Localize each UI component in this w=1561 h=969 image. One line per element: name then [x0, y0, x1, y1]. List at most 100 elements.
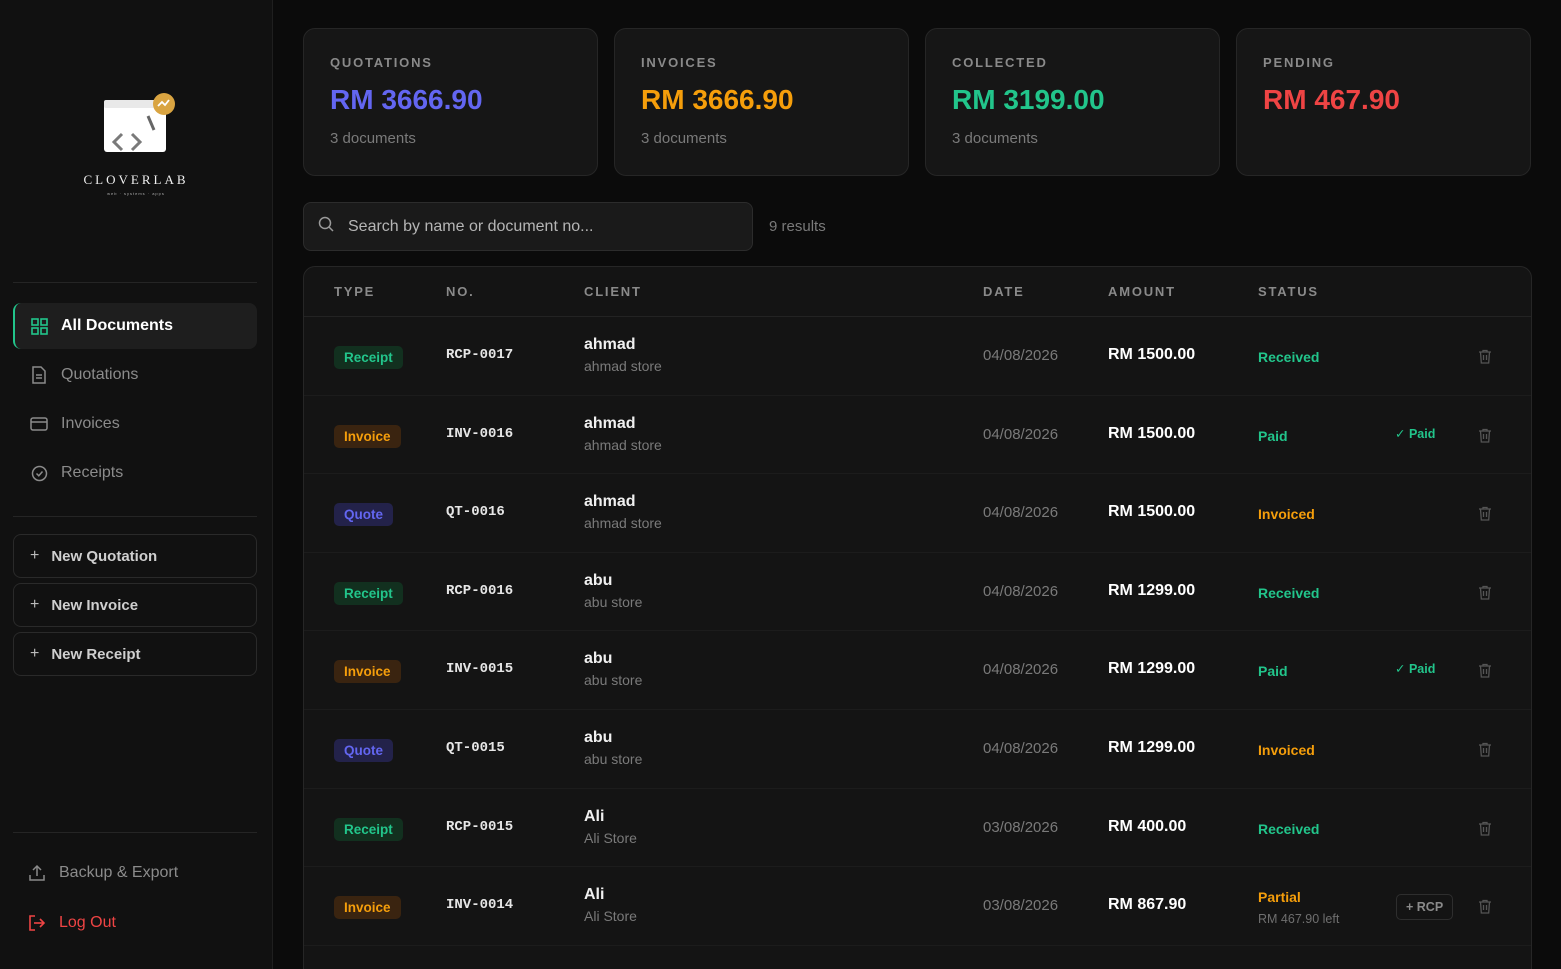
table-row[interactable]: Invoice INV-0016 ahmad ahmad store 04/08/202… [304, 396, 1531, 475]
new-invoice-button[interactable]: + New Invoice [13, 583, 257, 627]
status-badge: Received [1258, 349, 1320, 365]
cloverlab-logo-icon [96, 90, 176, 170]
new-quotation-button[interactable]: + New Quotation [13, 534, 257, 578]
document-number: INV-0014 [446, 897, 514, 914]
plus-icon: + [30, 547, 40, 564]
trash-icon[interactable] [1478, 742, 1492, 762]
table-body: Receipt RCP-0017 ahmad ahmad store 04/08/202… [304, 317, 1531, 946]
status-badge: Partial [1258, 889, 1301, 906]
client-store: ahmad store [584, 358, 662, 374]
client-name: abu [584, 728, 613, 746]
document-amount: RM 1500.00 [1108, 346, 1196, 363]
logout-icon [28, 914, 46, 932]
type-badge: Quote [334, 503, 393, 527]
summary-card-quotations: QUOTATIONS RM 3666.90 3 documents [303, 28, 598, 176]
trash-icon[interactable] [1478, 663, 1492, 683]
status-cell: Invoiced [1258, 506, 1315, 522]
card-value: RM 467.90 [1263, 84, 1400, 115]
search-input[interactable] [348, 217, 728, 236]
new-receipt-button[interactable]: + New Receipt [13, 632, 257, 676]
client-cell: Ali Ali Store [584, 808, 637, 846]
client-name: abu [584, 571, 613, 589]
trash-icon[interactable] [1478, 506, 1492, 526]
sidebar-item-label: Invoices [61, 415, 120, 432]
new-document-buttons: + New Quotation + New Invoice + New Rece… [13, 534, 257, 681]
sidebar-item-label: All Documents [61, 317, 174, 334]
client-name: ahmad [584, 493, 636, 511]
trash-icon[interactable] [1478, 428, 1492, 448]
status-cell: Invoiced [1258, 742, 1315, 758]
client-name: Ali [584, 886, 605, 904]
client-store: Ali Store [584, 829, 637, 846]
column-header-client[interactable]: CLIENT [584, 284, 642, 299]
table-row[interactable]: Receipt RCP-0016 abu abu store 04/08/2026 RM … [304, 553, 1531, 632]
table-row[interactable]: Invoice INV-0015 abu abu store 04/08/2026 RM … [304, 631, 1531, 710]
client-name: abu [584, 650, 613, 668]
status-cell: Received [1258, 585, 1319, 601]
status-badge: Paid [1258, 663, 1288, 680]
document-date: 04/08/2026 [983, 425, 1059, 443]
table-row[interactable]: Quote QT-0016 ahmad ahmad store 04/08/2026 RM… [304, 474, 1531, 553]
document-icon [30, 366, 48, 384]
client-cell: abu abu store [584, 572, 642, 610]
document-date: 04/08/2026 [983, 582, 1059, 600]
document-amount: RM 400.00 [1108, 817, 1187, 835]
sidebar-item-label: Quotations [61, 366, 139, 383]
card-label: INVOICES [641, 55, 718, 70]
backup-export-button[interactable]: Backup & Export [13, 850, 257, 896]
client-store: ahmad store [584, 515, 662, 532]
trash-icon[interactable] [1478, 349, 1492, 369]
search-box [303, 202, 753, 251]
document-amount: RM 1500.00 [1108, 424, 1196, 442]
grid-icon [30, 317, 48, 335]
type-badge: Receipt [334, 346, 403, 369]
sidebar-item-receipts[interactable]: Receipts [13, 450, 257, 496]
client-cell: abu abu store [584, 729, 642, 767]
card-value: RM 3666.90 [330, 84, 483, 115]
sidebar-nav: All Documents Quotations Invoices Receip… [13, 303, 257, 499]
trash-icon[interactable] [1478, 899, 1492, 919]
document-number: RCP-0016 [446, 582, 514, 599]
column-header-no[interactable]: NO. [446, 284, 475, 299]
button-label: Backup & Export [59, 864, 179, 881]
status-cell: Paid [1258, 663, 1288, 679]
sidebar-item-quotations[interactable]: Quotations [13, 352, 257, 398]
client-cell: abu abu store [584, 650, 642, 688]
column-header-date[interactable]: DATE [983, 284, 1025, 299]
table-row[interactable]: Receipt RCP-0015 Ali Ali Store 03/08/2026 RM … [304, 789, 1531, 868]
documents-table: TYPE NO. CLIENT DATE AMOUNT STATUS Recei… [303, 266, 1532, 969]
document-number: INV-0016 [446, 425, 514, 442]
column-header-type[interactable]: TYPE [334, 284, 375, 299]
client-store: abu store [584, 672, 643, 689]
status-cell: Partial RM 467.90 left [1258, 889, 1339, 926]
document-number: QT-0015 [446, 739, 505, 756]
sidebar-item-label: Receipts [61, 464, 124, 481]
brand-tagline: web · systems · apps [107, 191, 165, 196]
status-badge: Received [1258, 584, 1320, 601]
document-date: 03/08/2026 [983, 897, 1059, 915]
paid-indicator: ✓ Paid [1395, 662, 1436, 677]
sidebar-divider [13, 282, 257, 283]
card-sub: 3 documents [952, 130, 1038, 147]
sidebar-item-all-documents[interactable]: All Documents [13, 303, 257, 349]
document-date: 04/08/2026 [983, 661, 1059, 679]
type-badge: Receipt [334, 817, 403, 841]
card-label: COLLECTED [952, 55, 1048, 70]
status-badge: Invoiced [1258, 506, 1315, 523]
logout-button[interactable]: Log Out [13, 900, 257, 946]
card-sub: 3 documents [330, 130, 416, 147]
summary-cards: QUOTATIONS RM 3666.90 3 documents INVOIC… [303, 28, 1531, 176]
client-cell: ahmad ahmad store [584, 415, 662, 453]
table-row[interactable]: Invoice INV-0014 Ali Ali Store 03/08/2026 RM … [304, 867, 1531, 946]
table-row[interactable]: Quote QT-0015 abu abu store 04/08/2026 RM 129… [304, 710, 1531, 789]
button-label: New Receipt [51, 645, 141, 663]
table-row[interactable]: Receipt RCP-0017 ahmad ahmad store 04/08/202… [304, 317, 1531, 396]
column-header-amount[interactable]: AMOUNT [1108, 284, 1176, 299]
type-badge: Receipt [334, 581, 403, 605]
trash-icon[interactable] [1478, 585, 1492, 605]
trash-icon[interactable] [1478, 821, 1492, 841]
create-receipt-button[interactable]: + RCP [1396, 894, 1454, 921]
client-store: abu store [584, 750, 643, 767]
column-header-status[interactable]: STATUS [1258, 284, 1319, 299]
sidebar-item-invoices[interactable]: Invoices [13, 401, 257, 447]
